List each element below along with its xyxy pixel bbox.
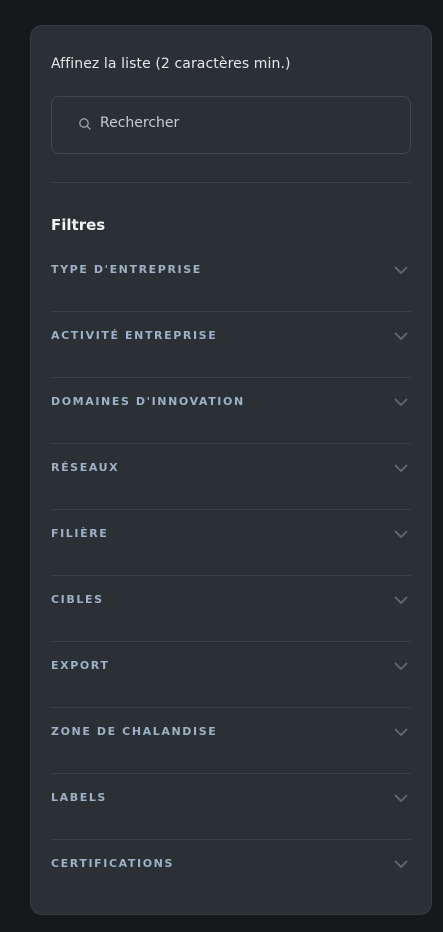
filter-zone-chalandise[interactable]: ZONE DE CHALANDISE <box>51 708 411 774</box>
filter-label: ZONE DE CHALANDISE <box>51 725 218 738</box>
chevron-down-icon <box>394 266 408 275</box>
filter-label: RÉSEAUX <box>51 461 120 474</box>
filter-export[interactable]: EXPORT <box>51 642 411 708</box>
filters-heading: Filtres <box>51 216 106 234</box>
filter-type-entreprise[interactable]: TYPE D'ENTREPRISE <box>51 246 411 312</box>
filter-label: LABELS <box>51 791 107 804</box>
filter-labels[interactable]: LABELS <box>51 774 411 840</box>
chevron-down-icon <box>394 530 408 539</box>
chevron-down-icon <box>394 464 408 473</box>
filter-label: DOMAINES D'INNOVATION <box>51 395 245 408</box>
filter-label: ACTIVITÉ ENTREPRISE <box>51 329 218 342</box>
filter-panel: Affinez la liste (2 caractères min.) Rec… <box>30 25 432 915</box>
chevron-down-icon <box>394 728 408 737</box>
filter-domaines-innovation[interactable]: DOMAINES D'INNOVATION <box>51 378 411 444</box>
filter-label: FILIÈRE <box>51 527 109 540</box>
filter-reseaux[interactable]: RÉSEAUX <box>51 444 411 510</box>
search-input[interactable]: Rechercher <box>51 96 411 154</box>
filter-label: CIBLES <box>51 593 104 606</box>
filter-label: CERTIFICATIONS <box>51 857 174 870</box>
chevron-down-icon <box>394 596 408 605</box>
chevron-down-icon <box>394 794 408 803</box>
filter-list: TYPE D'ENTREPRISE ACTIVITÉ ENTREPRISE DO… <box>51 246 411 906</box>
filter-label: EXPORT <box>51 659 110 672</box>
chevron-down-icon <box>394 662 408 671</box>
filter-activite-entreprise[interactable]: ACTIVITÉ ENTREPRISE <box>51 312 411 378</box>
chevron-down-icon <box>394 860 408 869</box>
filter-certifications[interactable]: CERTIFICATIONS <box>51 840 411 906</box>
divider <box>51 182 411 183</box>
filter-label: TYPE D'ENTREPRISE <box>51 263 202 276</box>
chevron-down-icon <box>394 332 408 341</box>
filter-filiere[interactable]: FILIÈRE <box>51 510 411 576</box>
filter-cibles[interactable]: CIBLES <box>51 576 411 642</box>
search-hint: Affinez la liste (2 caractères min.) <box>51 56 291 72</box>
search-icon <box>79 118 91 130</box>
search-placeholder: Rechercher <box>100 115 180 131</box>
chevron-down-icon <box>394 398 408 407</box>
